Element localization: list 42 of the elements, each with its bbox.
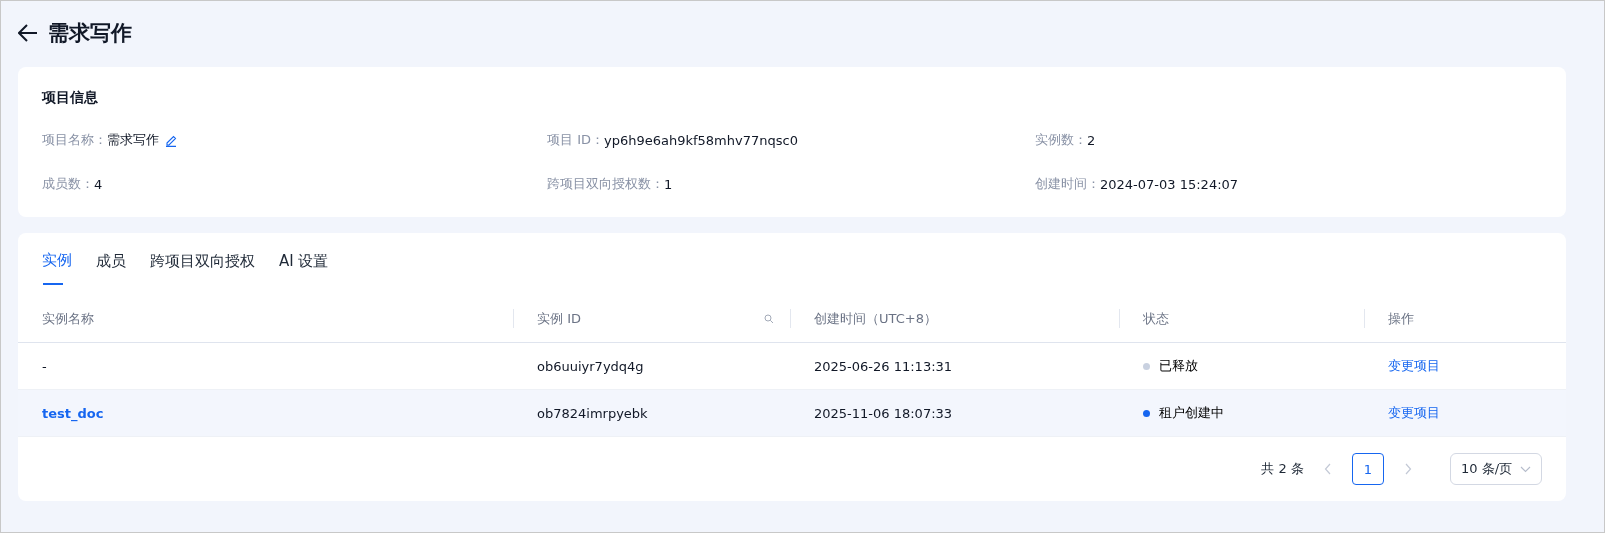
chevron-down-icon	[1520, 465, 1531, 473]
instance-link[interactable]: test_doc	[42, 405, 104, 421]
column-header: 实例 ID	[513, 295, 790, 342]
table-cell-text: ob6uuiyr7ydq4g	[536, 358, 645, 374]
field-value: 2024-07-03 15:24:07	[1100, 176, 1239, 192]
status-text: 已释放	[1159, 357, 1198, 375]
change-project-link[interactable]: 变更项目	[1388, 404, 1440, 422]
table-cell-text: ob7824imrpyebk	[536, 405, 649, 421]
field-label: 成员数：	[42, 175, 94, 193]
column-header: 操作	[1364, 295, 1566, 342]
back-arrow-icon[interactable]	[18, 24, 38, 42]
column-header: 状态	[1119, 295, 1364, 342]
tab[interactable]: AI 设置	[279, 249, 329, 287]
tab[interactable]: 跨项目双向授权	[150, 249, 255, 287]
field-label: 项目 ID：	[547, 131, 604, 149]
page-button[interactable]: 1	[1352, 453, 1384, 485]
page-title: 需求写作	[48, 20, 132, 47]
field-label: 跨项目双向授权数：	[547, 175, 664, 193]
field-value: 需求写作	[107, 131, 159, 149]
change-project-link[interactable]: 变更项目	[1388, 357, 1440, 375]
field-value: 2	[1087, 132, 1096, 148]
table-cell-text: 2025-11-06 18:07:33	[813, 405, 954, 421]
page-size-select[interactable]: 10 条/页	[1450, 453, 1542, 485]
total-count: 共 2 条	[1261, 460, 1304, 478]
pencil-icon[interactable]	[165, 133, 177, 147]
status-text: 租户创建中	[1159, 404, 1224, 422]
field-value: 4	[94, 176, 103, 192]
field-value: 1	[664, 176, 673, 192]
tab[interactable]: 实例	[42, 249, 72, 287]
chevron-right-icon	[1404, 463, 1412, 475]
field-label: 创建时间：	[1035, 175, 1100, 193]
tab[interactable]: 成员	[96, 249, 126, 287]
column-header: 实例名称	[41, 309, 95, 328]
card-title: 项目信息	[42, 89, 99, 107]
field-label: 实例数：	[1035, 131, 1087, 149]
table-cell-text: 2025-06-26 11:13:31	[813, 358, 954, 374]
field-label: 项目名称：	[42, 131, 107, 149]
table-cell-text: -	[41, 358, 48, 374]
field-value: yp6h9e6ah9kf58mhv77nqsc0	[604, 132, 798, 148]
search-icon[interactable]	[764, 313, 774, 324]
column-header: 创建时间（UTC+8）	[790, 295, 1119, 342]
chevron-left-icon	[1324, 463, 1332, 475]
